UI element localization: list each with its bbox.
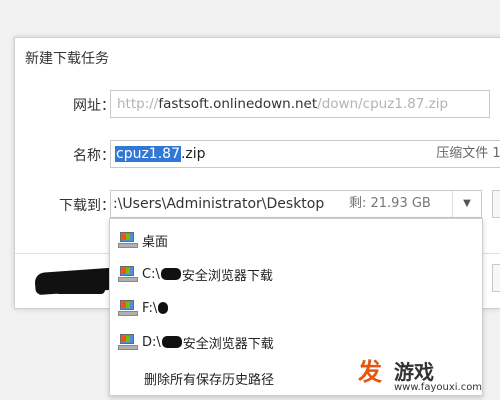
dropdown-item-prefix: D:\: [142, 334, 161, 350]
watermark-url: www.fayouxi.com: [394, 382, 483, 393]
computer-icon: [118, 333, 138, 351]
triangle-down-icon[interactable]: ▼: [452, 191, 481, 217]
url-field[interactable]: http://fastsoft.onlinedown.net/down/cpuz…: [110, 90, 490, 118]
url-label: 网址：: [73, 98, 115, 114]
dropdown-item-c-drive[interactable]: C:\ 安全浏览器下载: [118, 263, 273, 285]
free-space-label: 剩: 21.93 GB: [349, 196, 431, 211]
url-domain: fastsoft.onlinedown.net: [158, 96, 318, 112]
save-path-combobox[interactable]: :\Users\Administrator\Desktop 剩: 21.93 G…: [110, 190, 482, 218]
redaction-mark: [158, 302, 169, 314]
redaction-scribble-tail: [55, 286, 105, 294]
dropdown-item-d-drive[interactable]: D:\ 安全浏览器下载: [118, 331, 274, 353]
url-path: /down/cpuz1.87.zip: [317, 96, 449, 112]
filename-extension: .zip: [180, 146, 206, 162]
computer-icon: [118, 265, 138, 283]
clear-history-button[interactable]: 删除所有保存历史路径: [144, 369, 274, 388]
watermark-brand-a: 发: [358, 358, 382, 386]
computer-icon: [118, 299, 138, 317]
filename-selected-text: cpuz1.87: [115, 146, 181, 162]
save-path-label: 下载到：: [59, 198, 115, 214]
watermark-brand-b: 游戏: [394, 360, 434, 384]
computer-icon: [118, 231, 138, 249]
browse-button[interactable]: [492, 190, 500, 218]
save-path-value: :\Users\Administrator\Desktop: [113, 196, 325, 212]
file-type-size: 压缩文件 1.7: [436, 146, 500, 161]
redaction-mark: [161, 336, 182, 348]
dropdown-item-prefix: F:\: [142, 300, 158, 316]
dropdown-item-suffix: 安全浏览器下载: [182, 336, 274, 352]
dropdown-item-suffix: 安全浏览器下载: [181, 268, 273, 284]
dropdown-item-label: 桌面: [142, 234, 169, 250]
url-prefix: http://: [117, 96, 159, 112]
filename-input[interactable]: cpuz1.87.zip 压缩文件 1.7: [110, 140, 500, 168]
watermark-logo: 发 游戏 www.fayouxi.com: [358, 352, 498, 398]
dropdown-item-prefix: C:\: [142, 266, 160, 282]
redaction-mark: [160, 268, 181, 280]
name-label: 名称：: [73, 148, 115, 164]
dropdown-item-desktop[interactable]: 桌面: [118, 229, 168, 251]
dialog-title: 新建下载任务: [25, 51, 109, 67]
download-button[interactable]: [492, 264, 500, 292]
dropdown-item-f-drive[interactable]: F:\: [118, 297, 169, 319]
